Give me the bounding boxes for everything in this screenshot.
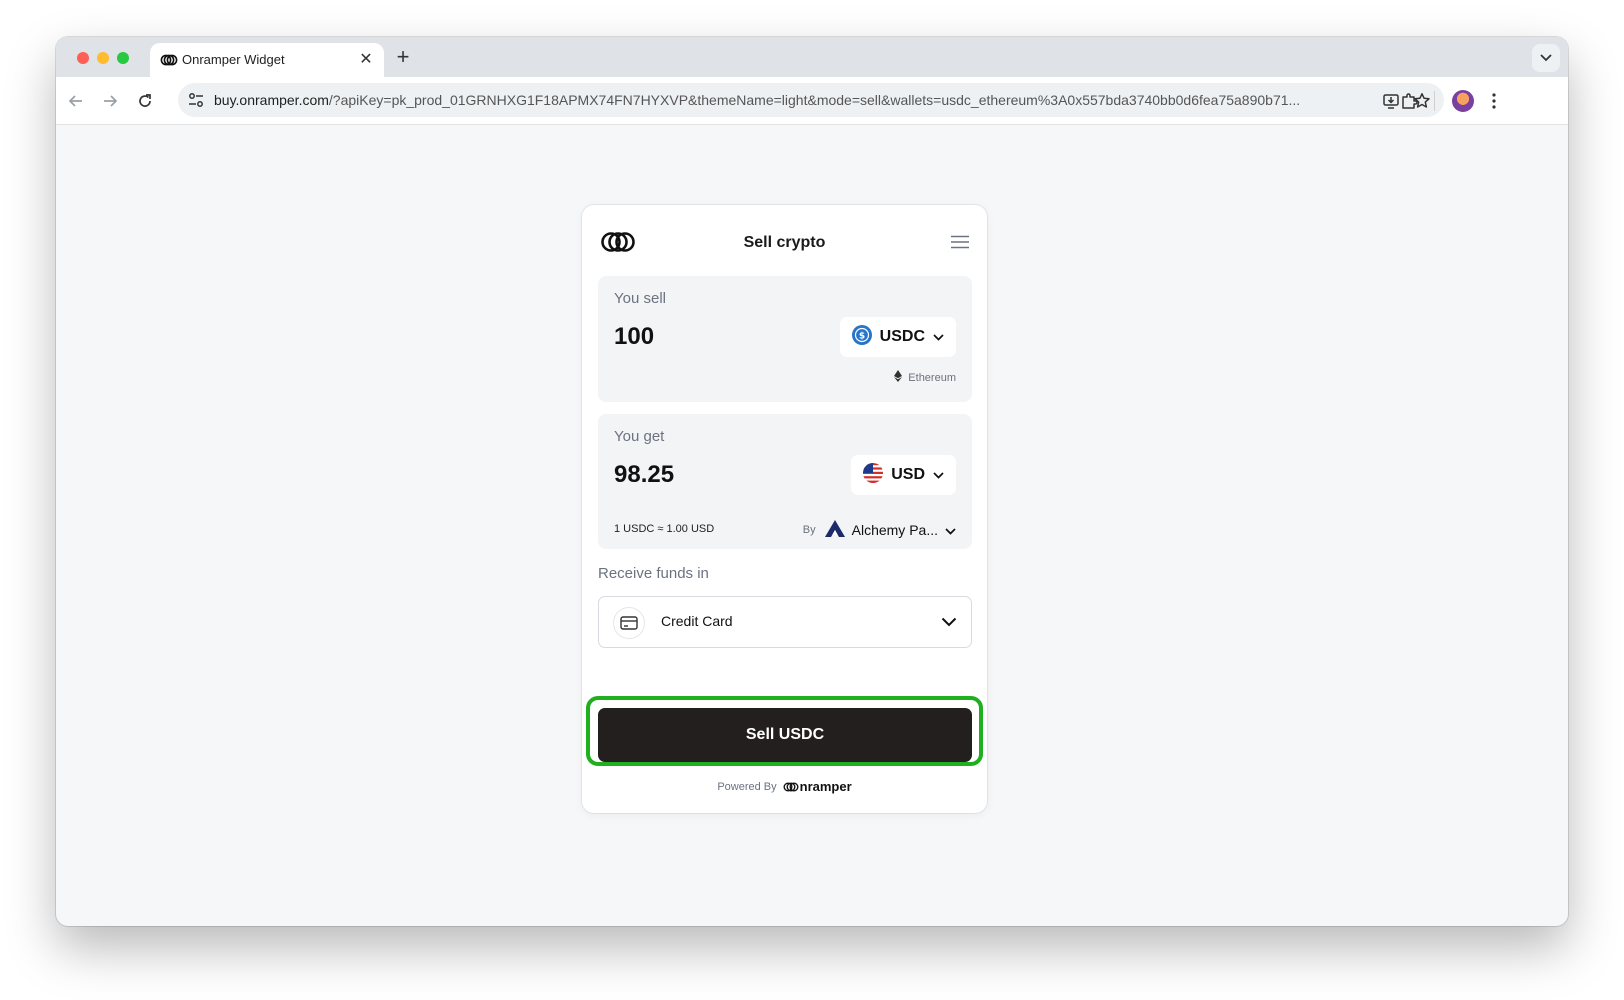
more-options-icon[interactable]: [1482, 89, 1506, 113]
profile-avatar[interactable]: [1452, 90, 1474, 112]
provider-name: Alchemy Pa...: [851, 522, 938, 538]
sell-token-selector[interactable]: $ USDC: [839, 317, 956, 357]
widget-title: Sell crypto: [743, 234, 826, 251]
tab-onramper-widget[interactable]: Onramper Widget ✕: [150, 43, 384, 77]
address-bar[interactable]: buy.onramper.com/?apiKey=pk_prod_01GRNHX…: [178, 83, 1444, 117]
us-flag-icon: [863, 462, 884, 488]
minimize-window-button[interactable]: [97, 52, 109, 64]
hamburger-menu-icon[interactable]: [950, 235, 970, 254]
url-text[interactable]: buy.onramper.com/?apiKey=pk_prod_01GRNHX…: [214, 92, 1334, 108]
reload-icon[interactable]: [132, 88, 158, 114]
tab-bar: Onramper Widget ✕ +: [56, 37, 1568, 77]
sell-token-label: USDC: [879, 328, 925, 345]
browser-window: Onramper Widget ✕ + buy.onramper.com/?ap…: [56, 37, 1568, 926]
network-indicator: Ethereum: [894, 370, 956, 385]
close-window-button[interactable]: [77, 52, 89, 64]
sell-panel: You sell 100 $ USDC Ethereum: [598, 276, 972, 402]
credit-card-icon: [613, 607, 645, 639]
ethereum-icon: [894, 370, 903, 385]
payout-method-dropdown[interactable]: Credit Card: [598, 596, 972, 648]
back-arrow-icon[interactable]: [63, 88, 89, 114]
new-tab-button[interactable]: +: [390, 44, 416, 70]
tab-title: Onramper Widget: [182, 52, 285, 67]
powered-by-label: Powered By: [717, 780, 777, 793]
provider-selector[interactable]: By Alchemy Pa...: [803, 520, 956, 540]
svg-text:$: $: [859, 331, 865, 341]
toolbar-separator: [1434, 91, 1435, 111]
onramper-brand[interactable]: nramper: [783, 779, 852, 794]
exchange-rate: 1 USDC ≈ 1.00 USD: [614, 523, 715, 535]
tab-close-icon[interactable]: ✕: [356, 49, 376, 69]
get-currency-selector[interactable]: USD: [851, 455, 956, 495]
receive-funds-label: Receive funds in: [598, 565, 709, 582]
chevron-down-icon: [933, 328, 944, 346]
payout-method-label: Credit Card: [661, 613, 733, 629]
you-get-label: You get: [614, 428, 665, 445]
onramper-favicon-icon: [160, 53, 178, 71]
url-host: buy.onramper.com: [214, 92, 329, 108]
alchemy-pay-logo-icon: [824, 520, 845, 540]
usdc-coin-icon: $: [851, 324, 872, 350]
url-path: /?apiKey=pk_prod_01GRNHXG1F18APMX74FN7HY…: [328, 92, 1301, 108]
powered-by-footer: Powered By nramper: [582, 779, 987, 794]
onramper-brand-text: nramper: [799, 779, 852, 794]
you-sell-label: You sell: [614, 290, 666, 307]
chevron-down-icon: [933, 466, 944, 484]
get-amount-value: 98.25: [614, 461, 675, 488]
by-label: By: [802, 524, 816, 536]
extensions-puzzle-icon[interactable]: [1397, 89, 1421, 113]
sell-amount-input[interactable]: 100: [614, 323, 654, 351]
forward-arrow-icon[interactable]: [97, 88, 123, 114]
chevron-down-icon: [945, 522, 956, 538]
onramper-mark-icon: [783, 782, 799, 791]
site-settings-icon[interactable]: [186, 90, 206, 110]
get-panel: You get 98.25 USD 1 USDC ≈ 1.00 USD By A…: [598, 414, 972, 549]
sell-usdc-button[interactable]: Sell USDC: [598, 708, 972, 762]
chevron-down-icon: [941, 614, 957, 632]
network-label: Ethereum: [908, 371, 956, 384]
browser-toolbar: buy.onramper.com/?apiKey=pk_prod_01GRNHX…: [56, 77, 1568, 125]
get-currency-label: USD: [891, 466, 925, 483]
onramper-widget: Sell crypto You sell 100 $ USDC Ethereum: [582, 205, 987, 813]
tab-search-chevron-icon[interactable]: [1532, 44, 1560, 72]
maximize-window-button[interactable]: [117, 52, 129, 64]
